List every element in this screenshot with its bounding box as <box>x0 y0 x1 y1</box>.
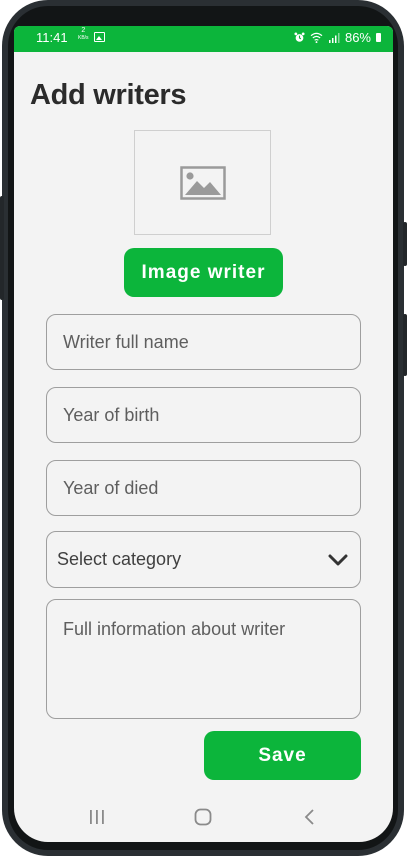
category-select-value: Select category <box>57 549 182 569</box>
bixby-button <box>403 222 407 266</box>
wifi-icon <box>310 32 323 43</box>
page-title: Add writers <box>30 79 187 111</box>
recents-button[interactable] <box>82 804 112 830</box>
back-icon <box>304 809 314 825</box>
image-placeholder-icon <box>179 165 226 200</box>
network-speed-unit: KB/s <box>78 35 89 41</box>
back-button[interactable] <box>294 804 324 830</box>
writer-info-textarea[interactable] <box>46 599 361 719</box>
home-icon <box>194 808 212 826</box>
gallery-notification-icon <box>94 32 105 42</box>
battery-level: 86% <box>344 30 371 45</box>
status-icons: 86% <box>294 30 381 45</box>
power-button <box>403 314 407 376</box>
battery-icon <box>376 33 381 42</box>
volume-button <box>0 196 4 300</box>
category-select[interactable]: Select category <box>46 531 361 588</box>
network-speed: 2 KB/s <box>78 27 89 42</box>
chevron-down-icon <box>328 554 348 565</box>
home-button[interactable] <box>188 804 218 830</box>
alarm-icon <box>294 32 305 42</box>
network-speed-value: 2 <box>81 27 86 34</box>
writer-name-input[interactable] <box>46 314 361 370</box>
app-screen: 11:41 2 KB/s 86% Add writers Image write… <box>14 26 393 842</box>
status-bar: 11:41 2 KB/s 86% <box>14 26 393 52</box>
image-writer-button[interactable]: Image writer <box>124 248 283 297</box>
navigation-bar <box>14 792 393 842</box>
recents-icon <box>90 810 104 824</box>
signal-icon <box>328 33 340 43</box>
birth-year-input[interactable] <box>46 387 361 443</box>
save-button[interactable]: Save <box>204 731 361 780</box>
status-time: 11:41 <box>36 30 68 45</box>
death-year-input[interactable] <box>46 460 361 516</box>
writer-image-preview <box>134 130 271 235</box>
